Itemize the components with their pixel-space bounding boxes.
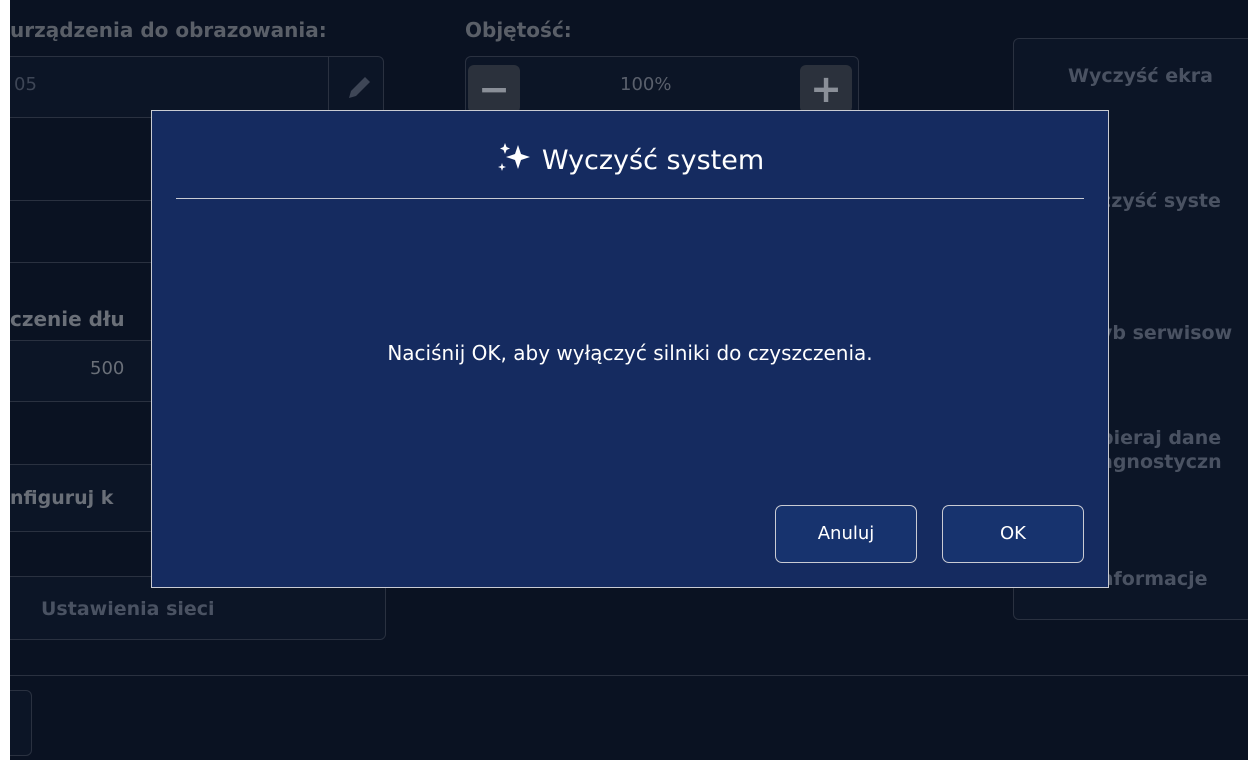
length-value: 500: [90, 358, 125, 379]
cancel-button[interactable]: Anuluj: [775, 505, 917, 563]
volume-decrease-button[interactable]: −: [468, 65, 520, 113]
pencil-icon: [349, 77, 370, 98]
ok-button[interactable]: OK: [942, 505, 1084, 563]
service-mode-button[interactable]: yb serwisow: [1100, 322, 1232, 344]
imaging-device-value: 05: [14, 74, 37, 95]
network-settings-label: Ustawienia sieci: [41, 598, 215, 620]
dialog-title: Wyczyść system: [152, 141, 1108, 180]
clear-screen-button[interactable]: Wyczyść ekra: [1068, 65, 1213, 87]
collect-data-button-line2[interactable]: agnostyczn: [1100, 451, 1222, 473]
configure-label: nfiguruj k: [10, 487, 114, 509]
volume-label: Objętość:: [465, 18, 572, 42]
clear-system-button[interactable]: czyść syste: [1100, 190, 1221, 212]
footer-button[interactable]: [10, 690, 32, 756]
footer-divider: [10, 675, 1248, 676]
length-label: czenie dłu: [10, 307, 125, 331]
information-button[interactable]: nformacje: [1100, 568, 1208, 590]
plus-icon: +: [810, 67, 842, 111]
dialog-divider: [176, 198, 1084, 199]
volume-value: 100%: [620, 74, 672, 95]
dialog-message: Naciśnij OK, aby wyłączyć silniki do czy…: [387, 341, 873, 365]
volume-increase-button[interactable]: +: [800, 65, 852, 113]
dialog-title-text: Wyczyść system: [541, 145, 765, 176]
imaging-device-label: urządzenia do obrazowania:: [10, 18, 327, 42]
edit-button[interactable]: [328, 56, 383, 116]
sparkle-icon: [496, 141, 532, 180]
clear-system-dialog: Wyczyść system Naciśnij OK, aby wyłączyć…: [151, 110, 1109, 588]
minus-icon: −: [478, 67, 510, 111]
screen: urządzenia do obrazowania: 05 Objętość: …: [10, 0, 1248, 760]
collect-data-button-line1[interactable]: bieraj dane: [1100, 427, 1221, 449]
